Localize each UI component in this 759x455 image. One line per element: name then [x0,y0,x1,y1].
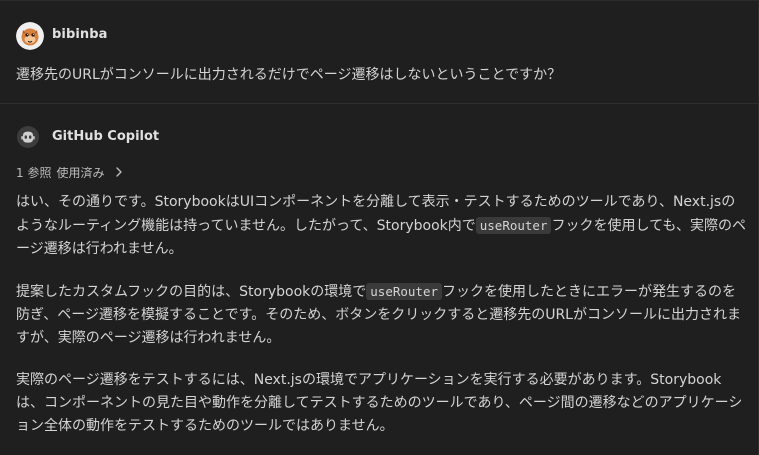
references-count: 1 参照 [16,165,52,180]
chevron-right-icon [114,166,124,178]
references-label: 使用済み [56,165,105,180]
paragraph-text: 実際のページ遷移をテストするには、Next.jsの環境でアプリケーションを実行す… [16,372,743,434]
response-paragraph: はい、その通りです。StorybookはUIコンポーネントを分離して表示・テスト… [16,191,748,261]
user-message: 遷移先のURLがコンソールに出力されるだけでページ遷移はしないということですか？ [16,67,562,83]
copilot-icon [17,126,39,148]
paragraph-text: 提案したカスタムフックの目的は、Storybookの環境で [16,284,367,300]
chat-response: GitHub Copilot 1 参照 使用済み はい、その通りです。Story… [0,104,758,455]
chat-request: bibinba 遷移先のURLがコンソールに出力されるだけでページ遷移はしないと… [0,0,758,103]
user-avatar-icon [16,22,44,50]
response-body: はい、その通りです。StorybookはUIコンポーネントを分離して表示・テスト… [16,191,748,455]
inline-code: useRouter [366,283,443,300]
username: bibinba [52,27,108,42]
inline-code: useRouter [475,217,552,234]
response-paragraph: 実際のページ遷移をテストするには、Next.jsの環境でアプリケーションを実行す… [16,369,748,438]
assistant-name: GitHub Copilot [52,129,160,144]
references-toggle[interactable]: 1 参照 使用済み [16,163,124,181]
response-paragraph: 提案したカスタムフックの目的は、Storybookの環境で useRouter フッ… [16,280,748,350]
